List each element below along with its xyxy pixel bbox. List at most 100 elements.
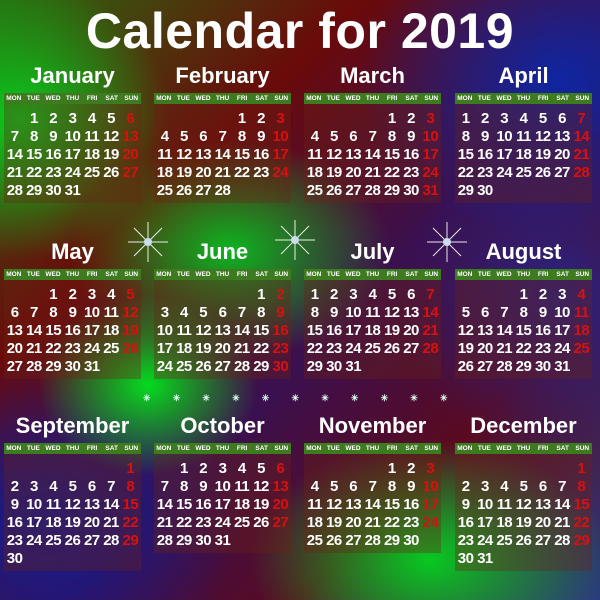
weekday-label: MON [306, 445, 322, 452]
weekday-label: THU [365, 271, 380, 278]
day-cell: 18 [233, 496, 250, 513]
day-cell: 15 [457, 146, 474, 163]
day-cell: 3 [87, 286, 96, 303]
day-cell: 26 [176, 182, 192, 199]
weekday-label: TUE [326, 95, 340, 102]
day-cell: 11 [157, 146, 173, 163]
weekday-label: THU [516, 271, 531, 278]
day-cell: 2 [68, 286, 77, 303]
day-cell: 4 [160, 128, 169, 145]
day-cell-sunday: 7 [577, 110, 586, 127]
day-cell: 26 [515, 532, 532, 549]
day-cell: 16 [64, 322, 81, 339]
day-cell: 1 [257, 286, 265, 303]
day-cell: 27 [403, 340, 419, 357]
day-cell: 7 [218, 128, 227, 145]
empty-cell [363, 110, 382, 127]
empty-cell [155, 460, 174, 477]
day-cell: 17 [496, 146, 513, 163]
day-cell: 18 [83, 146, 100, 163]
day-cell-sunday: 23 [272, 340, 289, 357]
month-name: April [498, 63, 549, 88]
month-april: April MON TUE WED THU FRI SAT SUN 1 2 3 4 5 6 7 8 9 10 11 1… [455, 62, 592, 203]
day-cell: 29 [383, 182, 400, 199]
day-cell-sunday: 20 [272, 496, 289, 513]
day-cell: 29 [253, 358, 269, 375]
day-cell: 18 [156, 164, 173, 181]
day-cell-sunday: 28 [422, 340, 439, 357]
day-cell: 15 [383, 496, 400, 513]
empty-cell [101, 460, 120, 477]
month-october: October MON TUE WED THU FRI SAT SUN 1 2 3 4 5 6 7 8 9 10 1… [154, 412, 291, 553]
day-cell: 19 [64, 514, 81, 531]
day-cell: 15 [383, 146, 400, 163]
day-cell: 22 [383, 164, 400, 181]
day-cell: 7 [30, 304, 38, 321]
day-cell: 15 [253, 322, 269, 339]
day-cell: 5 [519, 478, 528, 495]
day-cell: 2 [49, 110, 58, 127]
day-cell: 14 [214, 146, 231, 163]
weekday-label: TUE [26, 271, 40, 278]
month-may: May MON TUE WED THU FRI SAT SUN 1 2 3 4 5 6 7 8 9 10 11 12 1… [4, 238, 141, 379]
day-cell: 15 [306, 322, 323, 339]
day-cell: 3 [218, 460, 227, 477]
day-cell: 27 [554, 164, 570, 181]
weekday-label: THU [215, 445, 230, 452]
day-cell: 15 [45, 322, 62, 339]
day-cell: 5 [68, 478, 77, 495]
weekday-label: WED [195, 445, 211, 452]
weekday-label: TUE [176, 445, 190, 452]
empty-cell [194, 110, 213, 127]
day-cell: 18 [306, 164, 323, 181]
day-cell: 21 [554, 514, 570, 531]
day-cell: 29 [176, 532, 192, 549]
empty-cell [63, 460, 82, 477]
day-grid: 1 2 3 4 5 6 7 8 9 10 11 12 13 14 15 16 17 18 19 20 21 22 23 24 2… [304, 104, 441, 203]
day-cell: 19 [457, 340, 474, 357]
day-cell: 17 [26, 514, 42, 531]
day-cell: 21 [103, 514, 119, 531]
empty-cell [305, 460, 324, 477]
day-cell: 3 [160, 304, 169, 321]
weekday-label: TUE [477, 271, 491, 278]
day-cell: 4 [237, 460, 246, 477]
day-cell: 6 [538, 478, 547, 495]
day-cell: 28 [103, 532, 119, 549]
day-cell: 31 [214, 532, 231, 549]
empty-cell [232, 286, 251, 303]
weekday-label: WED [195, 95, 211, 102]
day-cell: 7 [107, 478, 115, 495]
month-name: November [318, 413, 427, 438]
empty-cell [475, 286, 494, 303]
day-cell: 10 [214, 478, 231, 495]
weekday-label: THU [365, 95, 380, 102]
day-cell-sunday: 12 [122, 304, 139, 321]
day-cell: 24 [156, 358, 173, 375]
day-cell-sunday: 8 [126, 478, 135, 495]
small-star-icon: ✳ [321, 393, 329, 403]
day-cell: 4 [519, 110, 528, 127]
weekday-label: SUN [274, 445, 289, 452]
month-december: December MON TUE WED THU FRI SAT SUN 1 2 3 4 5 6 7 8 9 10… [455, 412, 592, 571]
day-cell: 15 [176, 496, 192, 513]
empty-cell [5, 460, 24, 477]
weekday-label: SUN [424, 271, 439, 278]
weekday-label: THU [65, 95, 80, 102]
day-grid: 1 2 3 4 5 6 7 8 9 10 11 12 13 14 15 16 17 18 19 20 21 22 23 24 2… [304, 454, 441, 553]
day-cell: 27 [477, 358, 493, 375]
day-cell: 11 [84, 128, 100, 145]
day-cell: 18 [364, 322, 381, 339]
weekday-label: SAT [255, 445, 268, 452]
day-cell: 12 [326, 496, 342, 513]
day-cell: 26 [383, 340, 400, 357]
weekday-label: MON [457, 271, 473, 278]
day-cell: 19 [253, 496, 269, 513]
day-cell-sunday: 27 [272, 514, 289, 531]
day-cell: 6 [481, 304, 489, 321]
day-cell: 9 [407, 128, 415, 145]
day-cell-sunday: 13 [122, 128, 139, 145]
weekday-label: FRI [86, 271, 98, 278]
day-cell: 20 [534, 514, 551, 531]
day-cell: 16 [326, 322, 342, 339]
